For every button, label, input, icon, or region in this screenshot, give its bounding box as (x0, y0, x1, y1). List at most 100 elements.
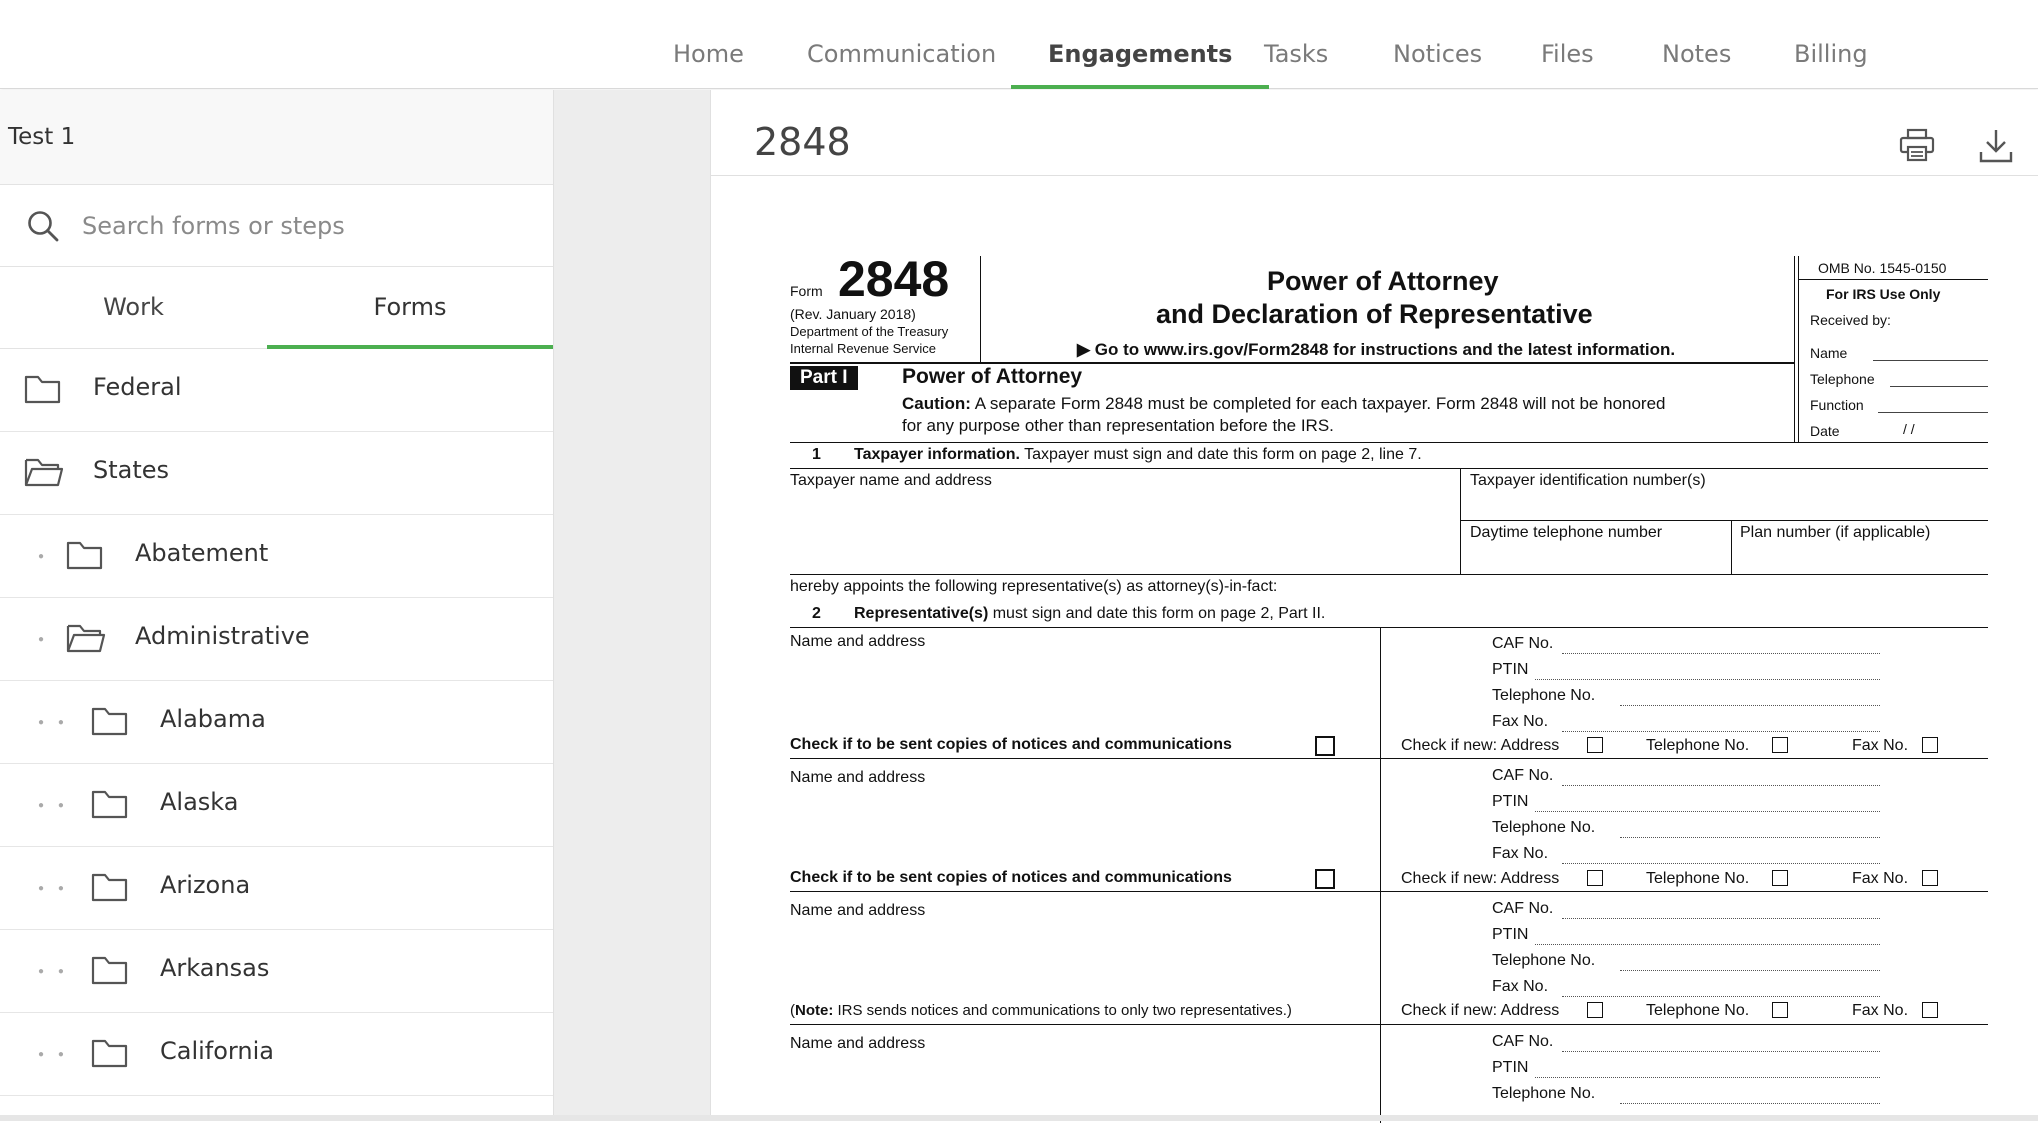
rep3-telephone-field[interactable] (1620, 970, 1880, 971)
bottom-scroll-edge (0, 1115, 2038, 1121)
rep4-telephone-field[interactable] (1620, 1103, 1880, 1104)
search-icon (28, 211, 59, 242)
caution-body: A separate Form 2848 must be completed f… (970, 394, 1666, 413)
rep3-new-address-checkbox[interactable] (1587, 1002, 1603, 1018)
tab-files[interactable]: Files (1541, 0, 1594, 88)
rep1-caf-label: CAF No. (1492, 635, 1554, 652)
document-title: 2848 (754, 120, 851, 164)
rep1-new-telephone-checkbox[interactable] (1772, 737, 1788, 753)
rep2-check-copies-checkbox[interactable] (1315, 869, 1335, 889)
tab-communication[interactable]: Communication (807, 0, 996, 88)
search-input[interactable] (80, 205, 524, 247)
rep1-fax-field[interactable] (1562, 731, 1880, 732)
tab-notices[interactable]: Notices (1393, 0, 1482, 88)
rep1-fax-label: Fax No. (1492, 713, 1549, 730)
rep-note-label: Note: (795, 1002, 834, 1019)
tree-item-label: Federal (93, 373, 182, 401)
rep1-caf-field[interactable] (1562, 653, 1880, 654)
tree-item-administrative[interactable]: ● Administrative (0, 598, 553, 681)
indent-marker: ● ● (38, 883, 64, 894)
tree-item-alabama[interactable]: ● ● Alabama (0, 681, 553, 764)
tab-home[interactable]: Home (673, 0, 744, 88)
folder-icon (91, 956, 128, 985)
tree-item-arizona[interactable]: ● ● Arizona (0, 847, 553, 930)
tree-item-federal[interactable]: Federal (0, 349, 553, 432)
divider (790, 758, 1988, 759)
rep1-new-fax-checkbox[interactable] (1922, 737, 1938, 753)
download-icon[interactable] (1979, 128, 2013, 164)
forms-tree: Federal States ● Abatement ● Administrat… (0, 349, 553, 1096)
tab-forms[interactable]: Forms (267, 267, 553, 349)
indent-marker: ● ● (38, 1049, 64, 1060)
part-i-badge: Part I (790, 366, 858, 390)
tree-item-label: California (160, 1037, 274, 1065)
form-irs: Internal Revenue Service (790, 341, 936, 356)
rep4-ptin-field[interactable] (1535, 1077, 1880, 1078)
rep1-ptin-label: PTIN (1492, 661, 1529, 678)
tab-work[interactable]: Work (0, 267, 267, 348)
divider (1380, 627, 1381, 1123)
tree-item-arkansas[interactable]: ● ● Arkansas (0, 930, 553, 1013)
rep-note-body: IRS sends notices and communications to … (833, 1002, 1292, 1019)
rep1-new-telephone-label: Telephone No. (1646, 737, 1750, 754)
rep1-check-copies-checkbox[interactable] (1315, 736, 1335, 756)
rep3-ptin-label: PTIN (1492, 926, 1529, 943)
line-1-number: 1 (812, 446, 821, 463)
line-2-number: 2 (812, 605, 821, 622)
rep3-new-telephone-checkbox[interactable] (1772, 1002, 1788, 1018)
rep1-telephone-label: Telephone No. (1492, 687, 1596, 704)
form-title-line2: and Declaration of Representative (1156, 299, 1593, 329)
tree-item-label: Alaska (160, 788, 239, 816)
line-1-heading: Taxpayer information. (854, 446, 1020, 463)
sidebar: Test 1 Work Forms Federal States ● Abate… (0, 90, 554, 1121)
line-2-text: Representative(s) must sign and date thi… (854, 605, 1325, 623)
rep4-ptin-label: PTIN (1492, 1059, 1529, 1076)
tab-billing[interactable]: Billing (1794, 0, 1868, 88)
rep3-ptin-field[interactable] (1535, 944, 1880, 945)
divider (1794, 256, 1795, 442)
rep1-telephone-field[interactable] (1620, 705, 1880, 706)
taxpayer-name-label: Taxpayer name and address (790, 472, 992, 489)
rep2-ptin-field[interactable] (1535, 811, 1880, 812)
tree-item-alaska[interactable]: ● ● Alaska (0, 764, 553, 847)
rep4-telephone-label: Telephone No. (1492, 1085, 1596, 1102)
rep2-new-address-checkbox[interactable] (1587, 870, 1603, 886)
rep2-telephone-field[interactable] (1620, 837, 1880, 838)
tree-item-states[interactable]: States (0, 432, 553, 515)
rep1-ptin-field[interactable] (1535, 679, 1880, 680)
rep3-fax-field[interactable] (1562, 996, 1880, 997)
tree-item-california[interactable]: ● ● California (0, 1013, 553, 1096)
search-bar (0, 185, 553, 267)
tab-engagements-label: Engagements (1048, 40, 1233, 68)
tree-item-abatement[interactable]: ● Abatement (0, 515, 553, 598)
form-department: Department of the Treasury (790, 324, 949, 339)
tab-engagements[interactable]: Engagements (1011, 0, 1270, 89)
irs-use-only: For IRS Use Only (1826, 286, 1941, 302)
rep3-caf-field[interactable] (1562, 918, 1880, 919)
rep2-new-fax-label: Fax No. (1852, 870, 1909, 887)
divider (1460, 520, 1988, 521)
form-word: Form (790, 283, 823, 299)
line-2-heading: Representative(s) (854, 605, 989, 622)
rep2-name-address-label: Name and address (790, 769, 926, 786)
rep1-name-address-label: Name and address (790, 633, 926, 650)
tree-item-label: Administrative (135, 622, 310, 650)
tab-tasks[interactable]: Tasks (1264, 0, 1328, 88)
rep3-new-fax-checkbox[interactable] (1922, 1002, 1938, 1018)
rep2-new-telephone-checkbox[interactable] (1772, 870, 1788, 886)
rep-note: (Note: IRS sends notices and communicati… (790, 1002, 1292, 1019)
tree-item-label: Arkansas (160, 954, 270, 982)
caution-text: Caution: A separate Form 2848 must be co… (902, 394, 1666, 414)
omb-number: OMB No. 1545-0150 (1818, 260, 1947, 276)
print-icon[interactable] (1899, 128, 1935, 162)
rep1-new-fax-label: Fax No. (1852, 737, 1909, 754)
caution-text-2: for any purpose other than representatio… (902, 416, 1334, 435)
rep2-new-fax-checkbox[interactable] (1922, 870, 1938, 886)
tab-notes[interactable]: Notes (1662, 0, 1731, 88)
rep1-new-address-checkbox[interactable] (1587, 737, 1603, 753)
rep4-caf-field[interactable] (1562, 1051, 1880, 1052)
rep3-telephone-label: Telephone No. (1492, 952, 1596, 969)
folder-icon (24, 375, 61, 404)
rep2-caf-field[interactable] (1562, 785, 1880, 786)
rep2-fax-field[interactable] (1562, 863, 1880, 864)
